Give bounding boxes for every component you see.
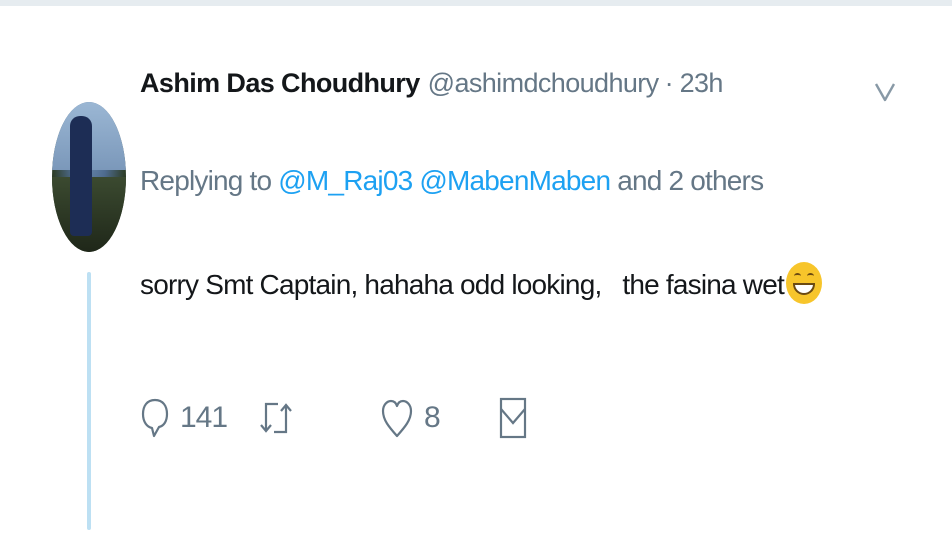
- direct-message-button[interactable]: [498, 388, 528, 448]
- grinning-squinting-face-emoji-icon: [785, 262, 822, 304]
- thread-line: [87, 272, 91, 530]
- like-count: 8: [424, 401, 441, 434]
- more-options-button[interactable]: [872, 74, 898, 104]
- tweet-timestamp[interactable]: 23h: [680, 68, 724, 99]
- replying-to-label: Replying to: [140, 165, 272, 196]
- author-handle[interactable]: @ashimdchoudhury: [428, 68, 660, 99]
- top-divider: [0, 0, 952, 6]
- replying-to-line: Replying to @M_Raj03 @MabenMaben and 2 o…: [140, 165, 764, 197]
- chevron-down-icon: [874, 83, 896, 102]
- envelope-icon: [499, 397, 527, 439]
- header-separator: ·: [664, 68, 674, 98]
- heart-icon: [381, 399, 413, 438]
- reply-icon: [141, 398, 169, 438]
- tweet-header: Ashim Das Choudhury @ashimdchoudhury · 2…: [140, 68, 723, 110]
- retweet-button[interactable]: [258, 388, 304, 448]
- author-name[interactable]: Ashim Das Choudhury: [140, 68, 420, 99]
- reply-button[interactable]: 141: [140, 388, 228, 448]
- tweet-text: sorry Smt Captain, hahaha odd looking, t…: [140, 269, 785, 300]
- tweet-body: sorry Smt Captain, hahaha odd looking, t…: [140, 262, 822, 304]
- avatar[interactable]: [52, 102, 126, 252]
- replying-others[interactable]: and 2 others: [617, 165, 764, 196]
- mention-link[interactable]: @MabenMaben: [419, 165, 611, 196]
- like-button[interactable]: 8: [380, 388, 441, 448]
- reply-count: 141: [180, 401, 228, 434]
- retweet-icon: [260, 402, 292, 434]
- mention-link[interactable]: @M_Raj03: [278, 165, 413, 196]
